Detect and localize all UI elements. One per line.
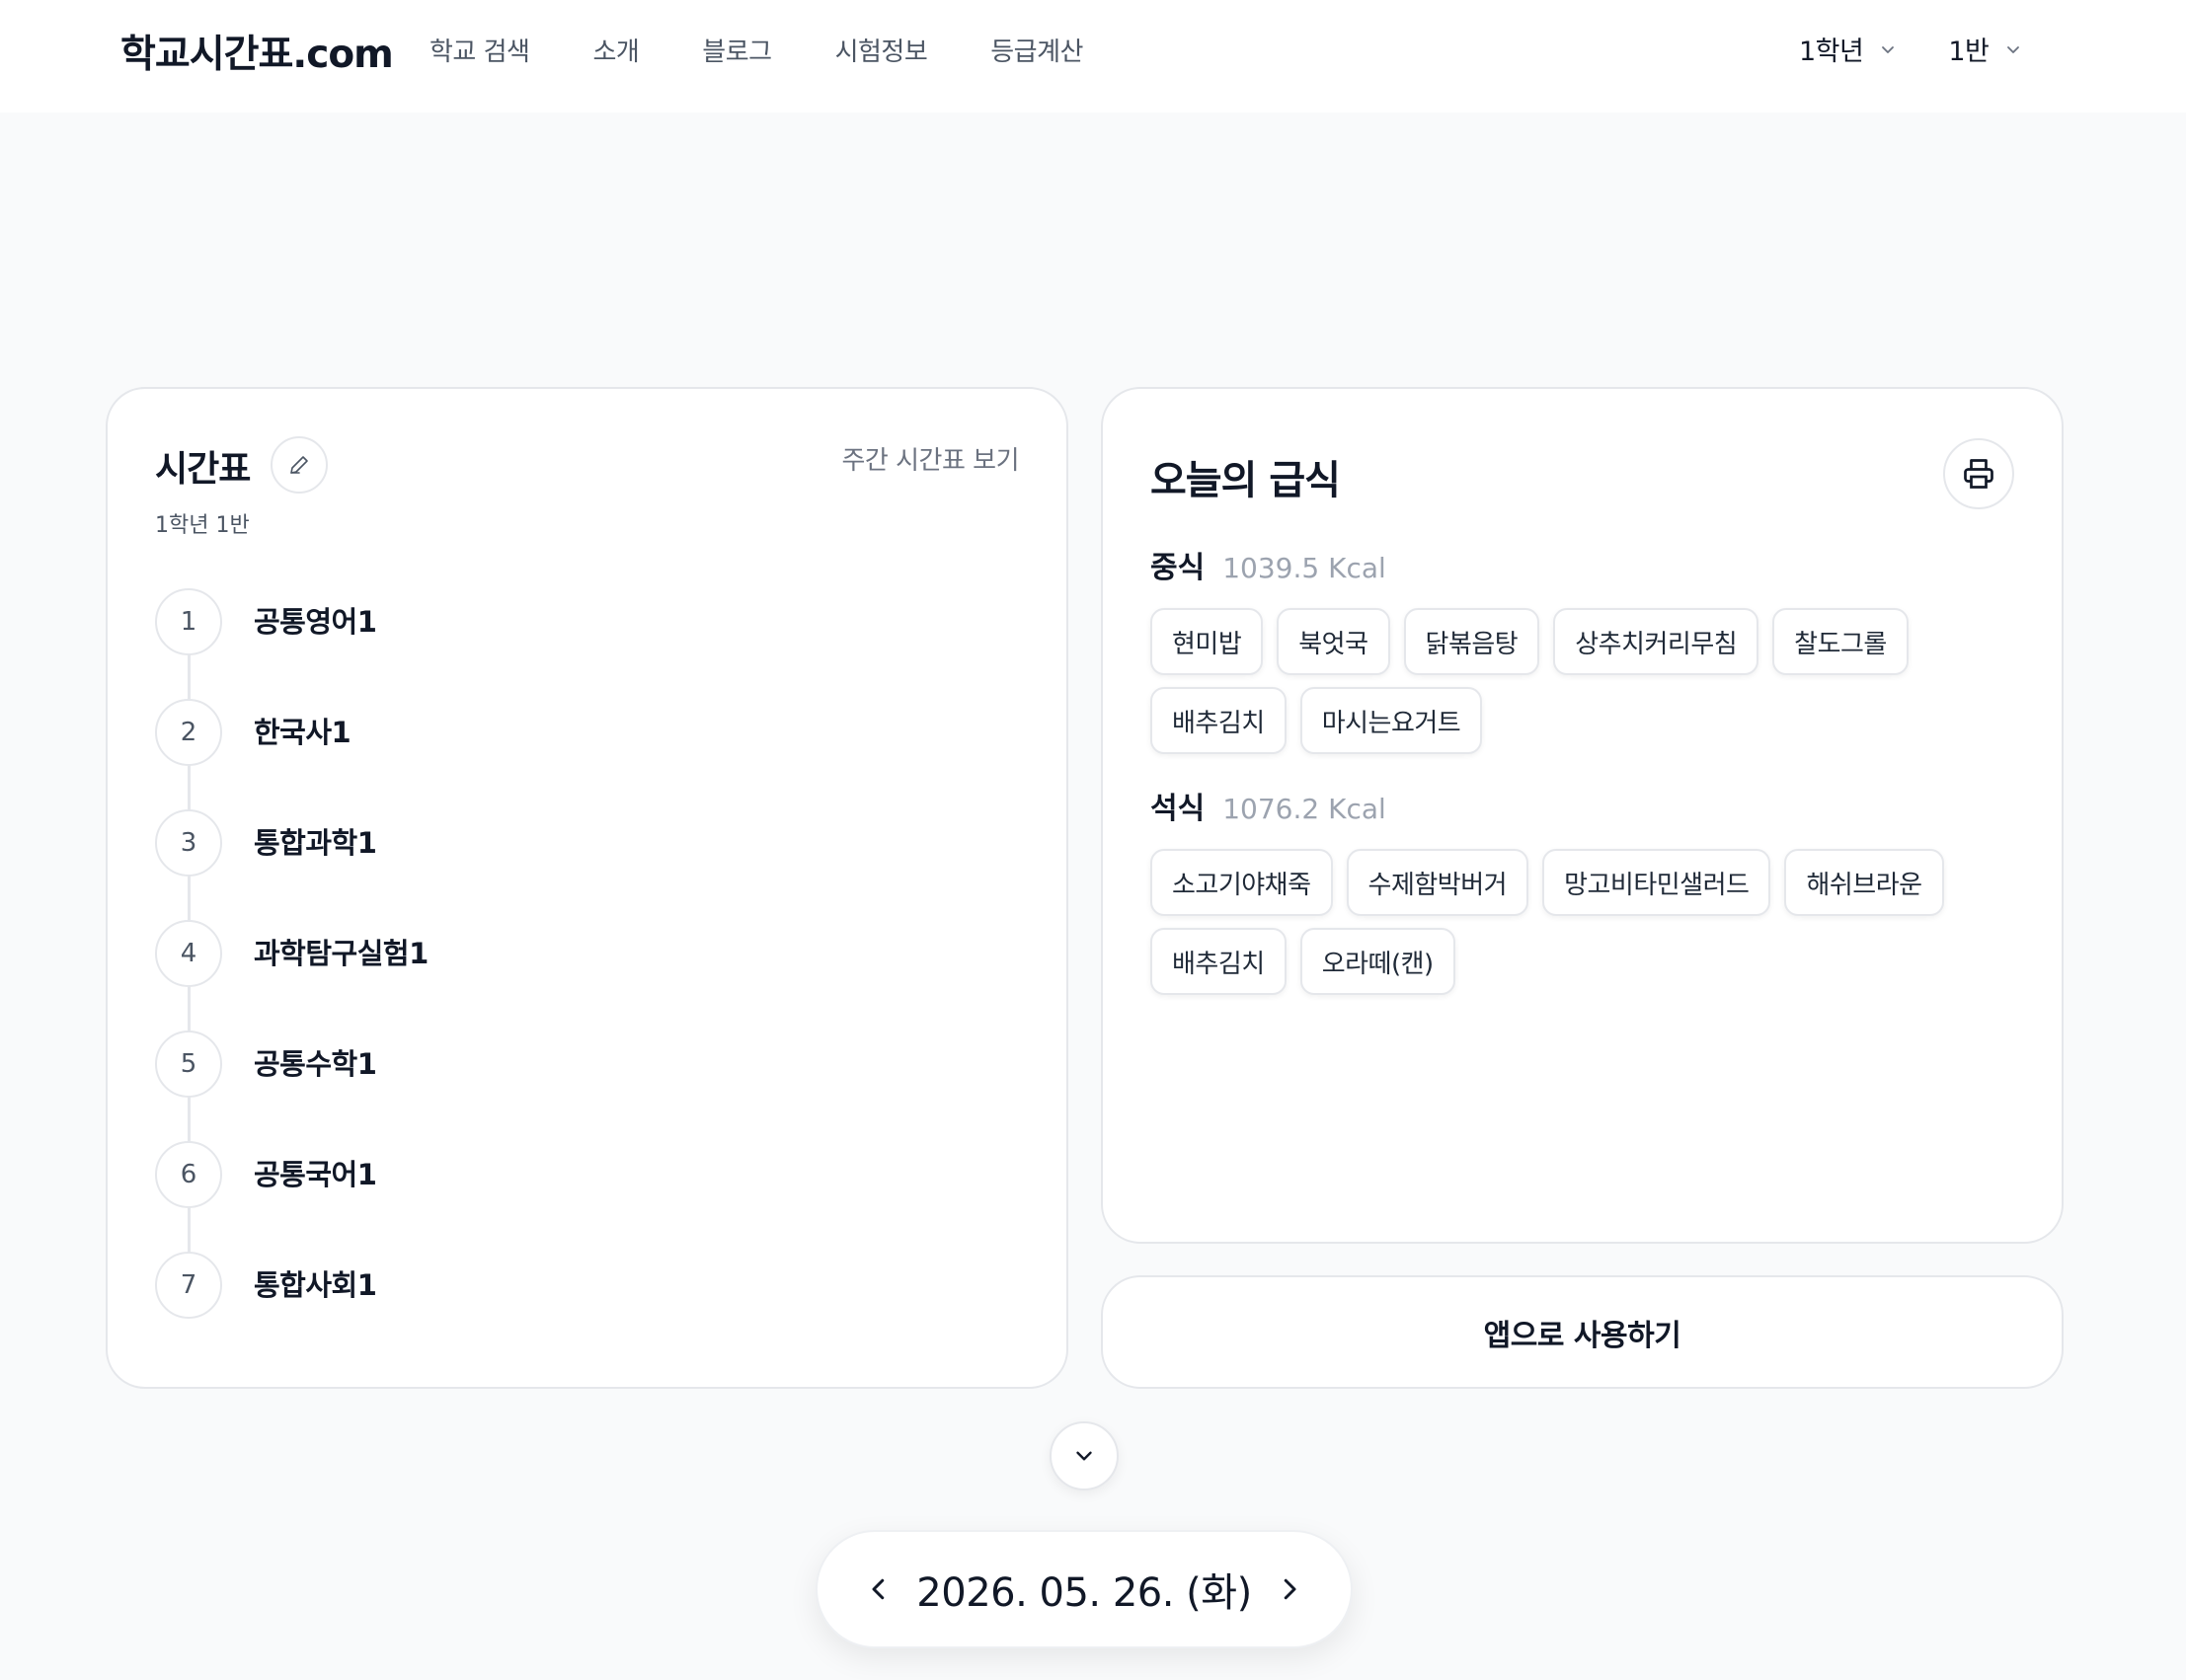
lunch-dishes: 현미밥 북엇국 닭볶음탕 상추치커리무침 찰도그롤 배추김치 마시는요거트: [1150, 608, 2019, 754]
period-subject: 한국사1: [254, 716, 351, 749]
top-bar: 학교시간표.com 학교 검색 소개 블로그 시험정보 등급계산 1학년 1반: [0, 0, 2186, 113]
timetable-title: 시간표: [155, 449, 251, 490]
period-item: 3 통합과학1: [155, 809, 1004, 920]
dish-chip[interactable]: 오라떼(캔): [1299, 928, 1455, 995]
nav-blog[interactable]: 블로그: [702, 32, 772, 68]
print-button[interactable]: [1943, 438, 2014, 509]
period-subject: 통합사회1: [254, 1268, 377, 1302]
dish-chip[interactable]: 마시는요거트: [1299, 687, 1483, 754]
chevron-down-icon: [2007, 45, 2020, 53]
edit-timetable-button[interactable]: [271, 436, 328, 494]
chevron-down-icon: [1076, 1451, 1092, 1461]
use-as-app-button[interactable]: 앱으로 사용하기: [1101, 1275, 2064, 1389]
period-number: 4: [155, 920, 222, 987]
period-item: 5 공통수학1: [155, 1031, 1004, 1141]
period-number: 5: [155, 1031, 222, 1098]
dish-chip[interactable]: 현미밥: [1150, 608, 1264, 675]
dish-chip[interactable]: 수제함박버거: [1346, 849, 1529, 916]
current-date[interactable]: 2026. 05. 26. (화): [916, 1561, 1252, 1618]
period-list: 1 공통영어1 2 한국사1 3 통합과학1 4 과학탐구실험1 5 공통수학1…: [155, 588, 1004, 1362]
period-number: 3: [155, 809, 222, 877]
period-subject: 통합과학1: [254, 826, 377, 860]
class-selectors: 1학년 1반: [1799, 30, 2020, 68]
weekly-timetable-link[interactable]: 주간 시간표 보기: [842, 440, 1020, 477]
grade-select[interactable]: 1학년: [1799, 30, 1895, 68]
meal-title: 오늘의 급식: [1150, 458, 1341, 503]
dish-chip[interactable]: 배추김치: [1150, 687, 1287, 754]
dish-chip[interactable]: 상추치커리무침: [1553, 608, 1759, 675]
chevron-right-icon: [1284, 1578, 1296, 1600]
chevron-down-icon: [1882, 45, 1895, 53]
period-number: 1: [155, 588, 222, 655]
dish-chip[interactable]: 찰도그롤: [1772, 608, 1909, 675]
timetable-subtitle: 1학년 1반: [155, 513, 250, 538]
period-subject: 과학탐구실험1: [254, 937, 429, 970]
dish-chip[interactable]: 북엇국: [1277, 608, 1390, 675]
dish-chip[interactable]: 배추김치: [1150, 928, 1287, 995]
period-item: 2 한국사1: [155, 699, 1004, 809]
period-item: 1 공통영어1: [155, 588, 1004, 699]
dinner-label: 석식: [1150, 792, 1206, 826]
nav-school-search[interactable]: 학교 검색: [429, 32, 530, 68]
period-item: 4 과학탐구실험1: [155, 920, 1004, 1031]
period-subject: 공통수학1: [254, 1047, 377, 1081]
period-number: 6: [155, 1141, 222, 1208]
site-logo[interactable]: 학교시간표.com: [120, 24, 394, 79]
nav-exam-info[interactable]: 시험정보: [835, 32, 928, 68]
use-as-app-label: 앱으로 사용하기: [1483, 1318, 1681, 1353]
chevron-left-icon: [872, 1578, 885, 1600]
dish-chip[interactable]: 해쉬브라운: [1784, 849, 1944, 916]
expand-button[interactable]: [1050, 1421, 1119, 1490]
class-select-value: 1반: [1948, 37, 1990, 67]
period-item: 6 공통국어1: [155, 1141, 1004, 1252]
grade-select-value: 1학년: [1799, 37, 1864, 67]
next-date-button[interactable]: [1268, 1567, 1311, 1611]
period-subject: 공통영어1: [254, 605, 377, 639]
dish-chip[interactable]: 닭볶음탕: [1403, 608, 1540, 675]
period-number: 2: [155, 699, 222, 766]
lunch-kcal: 1039.5 Kcal: [1222, 552, 1386, 584]
printer-icon: [1964, 459, 1993, 489]
timetable-card: 시간표 1학년 1반 주간 시간표 보기 1 공통영어1 2 한국사1 3 통합…: [106, 387, 1068, 1389]
dish-chip[interactable]: 망고비타민샐러드: [1542, 849, 1771, 916]
lunch-label: 중식: [1150, 551, 1206, 585]
lunch-section: 중식 1039.5 Kcal 현미밥 북엇국 닭볶음탕 상추치커리무침 찰도그롤…: [1150, 543, 2019, 754]
class-select[interactable]: 1반: [1948, 30, 2020, 68]
dinner-kcal: 1076.2 Kcal: [1222, 793, 1386, 825]
period-subject: 공통국어1: [254, 1158, 377, 1191]
main-nav: 학교 검색 소개 블로그 시험정보 등급계산: [429, 32, 1146, 68]
prev-date-button[interactable]: [857, 1567, 900, 1611]
dinner-dishes: 소고기야채죽 수제함박버거 망고비타민샐러드 해쉬브라운 배추김치 오라떼(캔): [1150, 849, 2019, 995]
period-number: 7: [155, 1252, 222, 1319]
date-navigator: 2026. 05. 26. (화): [816, 1530, 1353, 1648]
meal-card: 오늘의 급식 중식 1039.5 Kcal 현미밥 북엇국 닭볶음탕 상추치커리…: [1101, 387, 2064, 1244]
pencil-icon: [290, 456, 308, 474]
dinner-section: 석식 1076.2 Kcal 소고기야채죽 수제함박버거 망고비타민샐러드 해쉬…: [1150, 784, 2019, 995]
period-item: 7 통합사회1: [155, 1252, 1004, 1362]
dish-chip[interactable]: 소고기야채죽: [1150, 849, 1333, 916]
nav-grade-calc[interactable]: 등급계산: [990, 32, 1083, 68]
nav-about[interactable]: 소개: [592, 32, 639, 68]
